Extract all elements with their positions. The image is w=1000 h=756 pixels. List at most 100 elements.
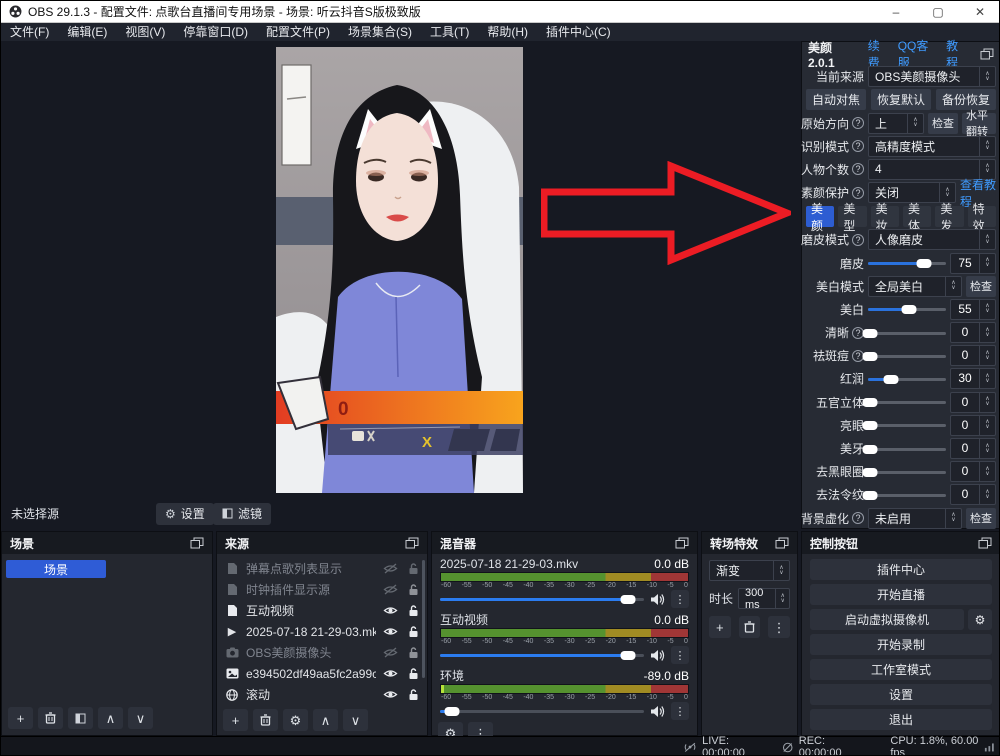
close-button[interactable]: ✕ xyxy=(959,1,1000,22)
settings-button[interactable]: 设置 xyxy=(810,684,992,705)
tab-reshape[interactable]: 美型 xyxy=(838,206,866,227)
duration-spinbox[interactable]: 300 ms ∧∨ xyxy=(738,588,790,609)
start-recording-button[interactable]: 开始录制 xyxy=(810,634,992,655)
transition-menu-button[interactable]: ⋮ xyxy=(768,616,790,638)
plugin-center-button[interactable]: 插件中心 xyxy=(810,559,992,580)
help-icon[interactable]: ? xyxy=(852,163,864,175)
menu-file[interactable]: 文件(F) xyxy=(1,23,58,41)
popout-icon[interactable] xyxy=(675,537,689,549)
add-scene-button[interactable]: + xyxy=(8,707,33,729)
scene-move-down-button[interactable]: ∨ xyxy=(128,707,153,729)
smooth-slider[interactable] xyxy=(868,256,946,270)
overlay-close[interactable]: X xyxy=(422,434,432,451)
mixer-dock-header[interactable]: 混音器 xyxy=(432,532,697,554)
menu-help[interactable]: 帮助(H) xyxy=(478,23,537,41)
remove-scene-button[interactable] xyxy=(38,707,63,729)
slider-handle[interactable] xyxy=(883,375,898,384)
source-row[interactable]: 滚动 xyxy=(217,684,427,705)
tab-makeup[interactable]: 美妆 xyxy=(871,206,899,227)
eye-icon[interactable] xyxy=(383,604,398,617)
menu-scene-collection[interactable]: 场景集合(S) xyxy=(339,23,421,41)
mixer-channel-menu-button[interactable]: ⋮ xyxy=(671,702,689,720)
speaker-icon[interactable] xyxy=(650,649,665,662)
slider-value-spinbox[interactable]: 0∧∨ xyxy=(950,392,996,413)
slider-value-spinbox[interactable]: 0∧∨ xyxy=(950,461,996,482)
autofocus-button[interactable]: 自动对焦 xyxy=(806,89,866,110)
maximize-button[interactable]: ▢ xyxy=(917,1,959,22)
scene-move-up-button[interactable]: ∧ xyxy=(98,707,123,729)
slider-value-spinbox[interactable]: 0∧∨ xyxy=(950,484,996,505)
eye-hidden-icon[interactable] xyxy=(383,583,398,596)
tab-beauty[interactable]: 美颜 xyxy=(806,206,834,227)
source-row[interactable]: e394502df49aa5fc2a99cd2e7c xyxy=(217,663,427,684)
virtual-camera-settings-button[interactable]: ⚙ xyxy=(968,609,992,630)
volume-slider-handle[interactable] xyxy=(620,595,635,604)
eye-icon[interactable] xyxy=(383,625,398,638)
orientation-check-button[interactable]: 检查 xyxy=(928,113,958,134)
scenes-dock-header[interactable]: 场景 xyxy=(2,532,212,554)
help-icon[interactable]: ? xyxy=(852,117,864,129)
start-streaming-button[interactable]: 开始直播 xyxy=(810,584,992,605)
source-row[interactable]: 弹幕点歌列表显示 xyxy=(217,558,427,579)
slider-value-spinbox[interactable]: 30∧∨ xyxy=(950,368,996,389)
add-source-button[interactable]: + xyxy=(223,709,248,731)
slider-handle[interactable] xyxy=(862,398,877,407)
slider-value-spinbox[interactable]: 55∧∨ xyxy=(950,299,996,320)
white-mode-select[interactable]: 全局美白 ∧∨ xyxy=(868,276,962,297)
popout-icon[interactable] xyxy=(978,537,992,549)
slider-handle[interactable] xyxy=(902,305,917,314)
eye-icon[interactable] xyxy=(383,688,398,701)
lock-icon[interactable] xyxy=(408,667,419,680)
volume-slider-handle[interactable] xyxy=(620,651,635,660)
bg-blur-check-button[interactable]: 检查 xyxy=(966,508,996,529)
eye-hidden-icon[interactable] xyxy=(383,646,398,659)
slider-value-spinbox[interactable]: 0∧∨ xyxy=(950,438,996,459)
beauty-panel-header[interactable]: 美颜 2.0.1 续费 QQ客服 教程 xyxy=(806,44,996,64)
lock-icon[interactable] xyxy=(408,688,419,701)
minimize-button[interactable]: – xyxy=(875,1,917,22)
speaker-icon[interactable] xyxy=(650,593,665,606)
eye-hidden-icon[interactable] xyxy=(383,562,398,575)
clarity-slider[interactable] xyxy=(868,326,946,340)
help-icon[interactable]: ? xyxy=(852,187,864,199)
help-icon[interactable]: ? xyxy=(852,234,864,246)
source-row[interactable]: OBS美颜摄像头 xyxy=(217,642,427,663)
source-move-down-button[interactable]: ∨ xyxy=(343,709,368,731)
slider-value-spinbox[interactable]: 0∧∨ xyxy=(950,322,996,343)
speaker-icon[interactable] xyxy=(650,705,665,718)
preview-video[interactable]: 0 X xyxy=(276,47,523,493)
source-row[interactable]: 互动视频 xyxy=(217,600,427,621)
menu-docks[interactable]: 停靠窗口(D) xyxy=(174,23,257,41)
restore-defaults-button[interactable]: 恢复默认 xyxy=(871,89,931,110)
popout-icon[interactable] xyxy=(775,537,789,549)
tab-hair[interactable]: 美发 xyxy=(935,206,963,227)
volume-slider[interactable] xyxy=(440,704,644,718)
slider-value-spinbox[interactable]: 0∧∨ xyxy=(950,415,996,436)
slider-value-spinbox[interactable]: 0∧∨ xyxy=(950,345,996,366)
sources-scrollbar[interactable] xyxy=(422,560,425,678)
remove-transition-button[interactable] xyxy=(739,616,761,638)
source-filters-button[interactable]: 滤镜 xyxy=(213,503,271,525)
menu-view[interactable]: 视图(V) xyxy=(116,23,174,41)
studio-mode-button[interactable]: 工作室模式 xyxy=(810,659,992,680)
transitions-dock-header[interactable]: 转场特效 xyxy=(702,532,797,554)
menu-edit[interactable]: 编辑(E) xyxy=(58,23,116,41)
slider-handle[interactable] xyxy=(862,468,877,477)
lock-icon[interactable] xyxy=(408,604,419,617)
horizontal-flip-button[interactable]: 水平翻转 xyxy=(962,113,996,134)
slider-handle[interactable] xyxy=(862,491,877,500)
lock-icon[interactable] xyxy=(408,646,419,659)
source-move-up-button[interactable]: ∧ xyxy=(313,709,338,731)
blemish-slider[interactable] xyxy=(868,349,946,363)
eye-icon[interactable] xyxy=(383,667,398,680)
dark-circles-slider[interactable] xyxy=(868,465,946,479)
slider-value-spinbox[interactable]: 75∧∨ xyxy=(950,253,996,274)
menu-profile[interactable]: 配置文件(P) xyxy=(257,23,339,41)
nasolabial-slider[interactable] xyxy=(868,488,946,502)
smooth-mode-select[interactable]: 人像磨皮 ∧∨ xyxy=(868,229,996,250)
whiten-slider[interactable] xyxy=(868,302,946,316)
orientation-select[interactable]: 上 ∧∨ xyxy=(868,113,924,134)
white-mode-check-button[interactable]: 检查 xyxy=(966,276,996,297)
add-transition-button[interactable]: + xyxy=(709,616,731,638)
controls-dock-header[interactable]: 控制按钮 xyxy=(802,532,1000,554)
